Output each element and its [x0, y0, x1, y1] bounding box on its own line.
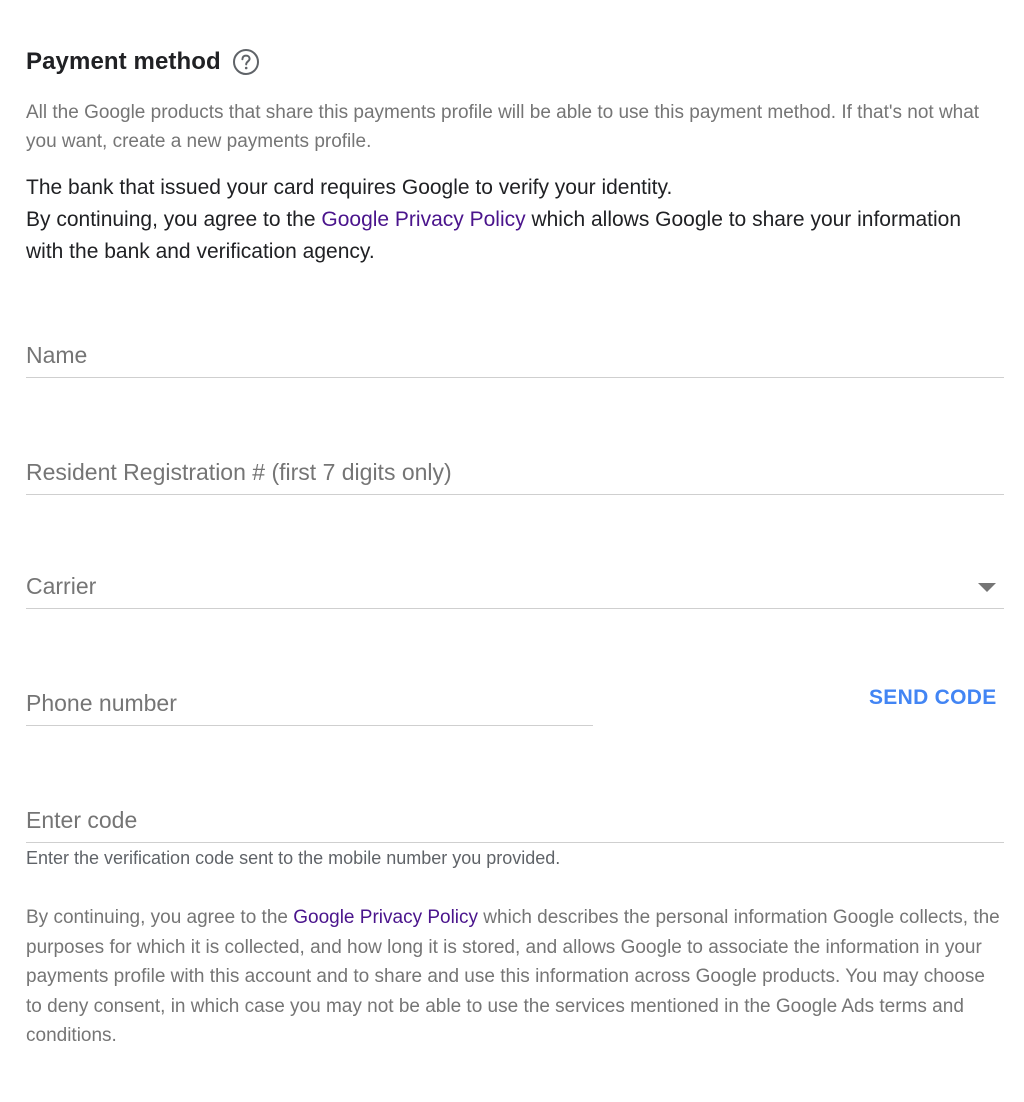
- name-input[interactable]: [26, 333, 1004, 377]
- verification-notice: The bank that issued your card requires …: [26, 172, 996, 268]
- consent-text: By continuing, you agree to the Google P…: [26, 903, 1006, 1051]
- privacy-policy-link[interactable]: Google Privacy Policy: [321, 208, 525, 231]
- carrier-select[interactable]: Carrier: [26, 565, 1004, 609]
- help-icon[interactable]: [232, 48, 260, 76]
- verification-code-input[interactable]: [26, 798, 1004, 842]
- dropdown-arrow-icon: [978, 583, 996, 592]
- verification-notice-prefix: By continuing, you agree to the: [26, 208, 322, 231]
- profile-description: All the Google products that share this …: [26, 102, 980, 152]
- consent-privacy-policy-link[interactable]: Google Privacy Policy: [293, 907, 478, 928]
- carrier-select-label: Carrier: [26, 573, 97, 599]
- header: Payment method: [26, 48, 260, 76]
- page-title: Payment method: [26, 48, 221, 75]
- verification-notice-line2: By continuing, you agree to the Google P…: [26, 204, 996, 268]
- name-field-container: [26, 333, 1004, 378]
- phone-number-input[interactable]: [26, 681, 593, 725]
- question-mark-circle-icon: [232, 49, 259, 75]
- code-field-container: [26, 798, 1004, 843]
- verification-notice-line1: The bank that issued your card requires …: [26, 176, 673, 199]
- resident-registration-input[interactable]: [26, 450, 1004, 494]
- consent-prefix: By continuing, you agree to the: [26, 907, 294, 928]
- send-code-button[interactable]: SEND CODE: [869, 686, 997, 710]
- resident-registration-field-container: [26, 450, 1004, 495]
- phone-field-container: [26, 681, 593, 726]
- code-helper-text: Enter the verification code sent to the …: [26, 848, 561, 868]
